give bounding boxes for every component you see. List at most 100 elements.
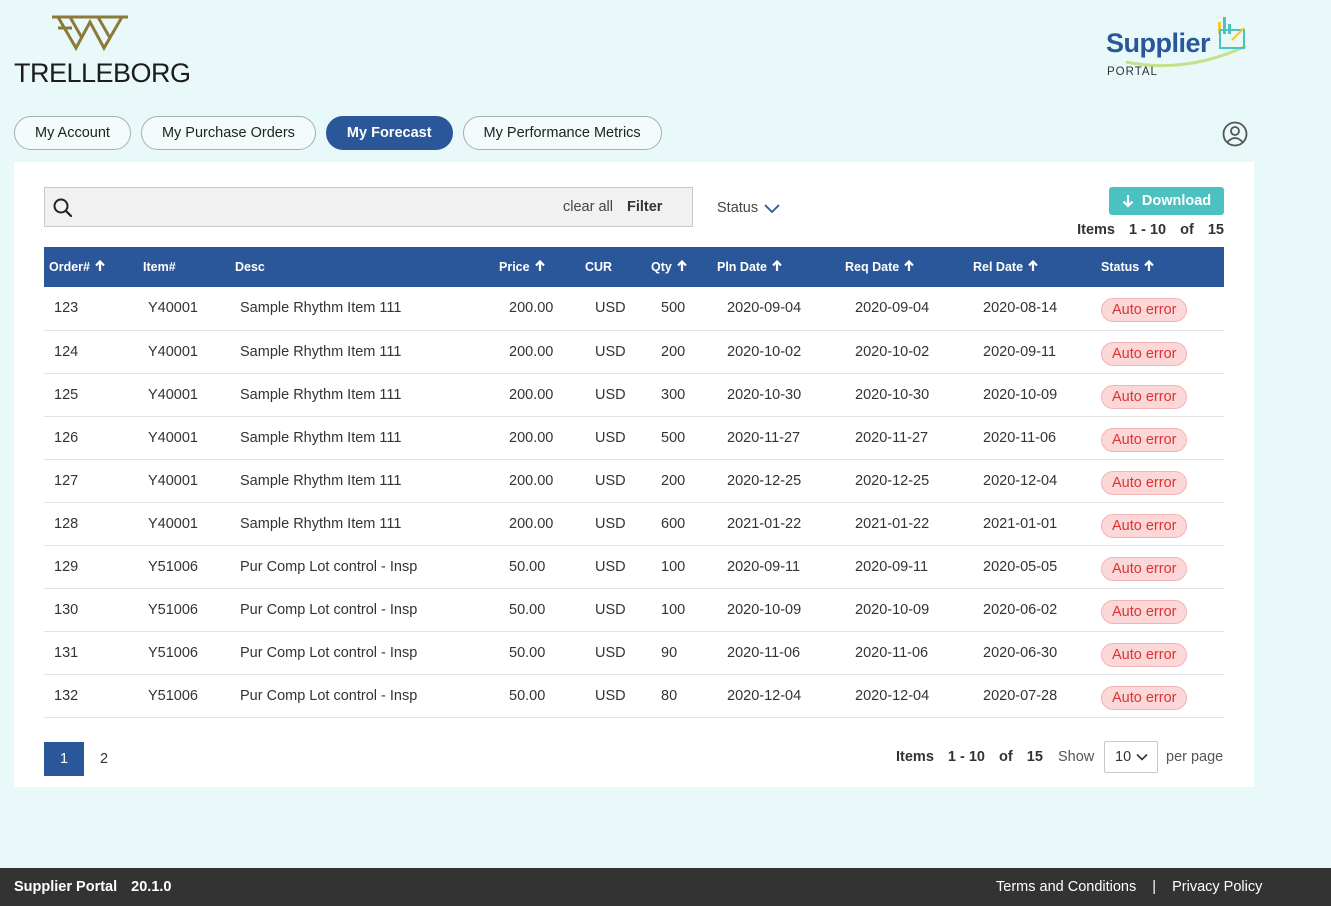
cell-price: 200.00 [509, 515, 554, 532]
cell-item: Y51006 [148, 644, 198, 661]
cell-item: Y40001 [148, 429, 198, 446]
column-header-label: Pln Date [717, 260, 768, 274]
items-summary-top: Items 1 - 10 of 15 [1067, 222, 1224, 238]
portal-title: Supplier [1106, 28, 1211, 58]
cell-rel-date: 2020-08-14 [983, 300, 1058, 317]
sort-arrow-up-icon[interactable] [677, 260, 687, 272]
cell-rel-date: 2020-06-30 [983, 644, 1058, 661]
trelleborg-mark-icon [52, 15, 128, 52]
table-row[interactable]: 127 Y40001 Sample Rhythm Item 111 200.00 USD… [44, 459, 1224, 502]
column-header-order[interactable]: Order# [44, 247, 138, 287]
sort-arrow-up-icon[interactable] [1144, 260, 1154, 272]
search-input[interactable]: clear all Filter [44, 187, 693, 227]
clear-all-button[interactable]: clear all [563, 199, 613, 215]
user-profile-icon[interactable] [1222, 121, 1248, 147]
cell-desc: Pur Comp Lot control - Insp [240, 644, 418, 661]
sort-arrow-up-icon[interactable] [534, 260, 545, 272]
status-badge: Auto error [1101, 384, 1188, 409]
cell-order: 129 [54, 558, 79, 575]
privacy-link[interactable]: Privacy Policy [1172, 879, 1262, 895]
table-row[interactable]: 125 Y40001 Sample Rhythm Item 111 200.00 USD… [44, 373, 1224, 416]
items-label: Items [896, 749, 934, 765]
table-row[interactable]: 128 Y40001 Sample Rhythm Item 111 200.00 USD… [44, 502, 1224, 545]
filter-button[interactable]: Filter [627, 199, 662, 215]
items-of: of [1180, 222, 1194, 238]
sort-arrow-up-icon[interactable] [1028, 260, 1038, 272]
cell-desc: Sample Rhythm Item 111 [240, 515, 402, 532]
tab-my-purchase-orders[interactable]: My Purchase Orders [140, 116, 316, 150]
column-header-label: Qty [651, 260, 672, 274]
column-header-qty[interactable]: Qty [651, 247, 717, 287]
footer-version: 20.1.0 [131, 879, 172, 895]
cell-rel-date: 2020-11-06 [983, 429, 1057, 446]
cell-qty: 300 [661, 386, 686, 403]
sort-arrow-up-icon[interactable] [772, 260, 782, 272]
column-header-rel-date[interactable]: Rel Date [973, 247, 1101, 287]
cell-desc: Sample Rhythm Item 111 [240, 386, 402, 403]
cell-price: 50.00 [509, 601, 546, 618]
cell-status: Auto error [1101, 545, 1224, 588]
column-header-req-date[interactable]: Req Date [845, 247, 973, 287]
cell-qty: 200 [661, 472, 686, 489]
table-row[interactable]: 130 Y51006 Pur Comp Lot control - Insp 50.0… [44, 588, 1224, 631]
terms-link[interactable]: Terms and Conditions [996, 879, 1136, 895]
sort-arrow-up-icon[interactable] [904, 260, 914, 272]
cell-status: Auto error [1101, 287, 1224, 330]
brand-name: TRELLEBORG [14, 58, 191, 88]
download-button[interactable]: Download [1109, 187, 1224, 215]
cell-desc: Pur Comp Lot control - Insp [240, 687, 418, 704]
cell-cur: USD [595, 386, 626, 403]
sort-arrow-up-icon[interactable] [95, 260, 105, 272]
table-row[interactable]: 132 Y51006 Pur Comp Lot control - Insp 50.0… [44, 674, 1224, 717]
cell-desc: Sample Rhythm Item 111 [240, 429, 402, 446]
table-row[interactable]: 124 Y40001 Sample Rhythm Item 111 200.00 USD… [44, 330, 1224, 373]
cell-req-date: 2020-10-09 [855, 601, 930, 618]
page-button-2[interactable]: 2 [84, 742, 124, 776]
per-page-select[interactable]: 10 [1104, 741, 1158, 773]
column-header-price[interactable]: Price [499, 247, 585, 287]
cell-pln-date: 2020-11-06 [727, 644, 801, 661]
status-dropdown[interactable]: Status [717, 200, 780, 216]
cell-cur: USD [595, 515, 626, 532]
table-row[interactable]: 131 Y51006 Pur Comp Lot control - Insp 50.0… [44, 631, 1224, 674]
cell-order: 127 [54, 472, 79, 489]
per-page-value: 10 [1115, 749, 1132, 765]
download-arrow-icon [1122, 195, 1134, 208]
column-header-label: Price [499, 260, 530, 274]
cell-req-date: 2020-09-04 [855, 300, 930, 317]
status-badge: Auto error [1101, 427, 1188, 452]
cell-pln-date: 2020-10-09 [727, 601, 802, 618]
cell-price: 200.00 [509, 343, 554, 360]
cell-pln-date: 2021-01-22 [727, 515, 802, 532]
status-badge: Auto error [1101, 470, 1188, 495]
tab-my-performance-metrics[interactable]: My Performance Metrics [462, 116, 662, 150]
cell-req-date: 2020-09-11 [855, 558, 929, 575]
table-row[interactable]: 123 Y40001 Sample Rhythm Item 111 200.00 USD… [44, 287, 1224, 330]
page-button-1[interactable]: 1 [44, 742, 84, 776]
cell-req-date: 2020-10-30 [855, 386, 930, 403]
cell-cur: USD [595, 300, 626, 317]
tab-my-account[interactable]: My Account [14, 116, 131, 150]
cell-price: 200.00 [509, 386, 554, 403]
cell-cur: USD [595, 601, 626, 618]
cell-req-date: 2021-01-22 [855, 515, 930, 532]
table-row[interactable]: 126 Y40001 Sample Rhythm Item 111 200.00 USD… [44, 416, 1224, 459]
download-label: Download [1141, 193, 1212, 209]
footer-app-name: Supplier Portal [14, 879, 118, 895]
cell-item: Y51006 [148, 601, 198, 618]
column-header-item: Item# [138, 247, 230, 287]
table-body: 123 Y40001 Sample Rhythm Item 111 200.00 USD… [44, 287, 1224, 717]
status-dropdown-label: Status [717, 200, 759, 216]
column-header-status[interactable]: Status [1101, 247, 1224, 287]
cell-status: Auto error [1101, 674, 1224, 717]
cell-cur: USD [595, 644, 626, 661]
cell-req-date: 2020-12-25 [855, 472, 930, 489]
cell-cur: USD [595, 687, 626, 704]
cell-desc: Sample Rhythm Item 111 [240, 472, 402, 489]
table-row[interactable]: 129 Y51006 Pur Comp Lot control - Insp 50.0… [44, 545, 1224, 588]
items-summary-bottom: Items 1 - 10 of 15 [896, 749, 1043, 765]
cell-item: Y40001 [148, 386, 198, 403]
column-header-pln-date[interactable]: Pln Date [717, 247, 845, 287]
tab-my-forecast[interactable]: My Forecast [325, 116, 453, 150]
cell-qty: 90 [661, 644, 678, 661]
